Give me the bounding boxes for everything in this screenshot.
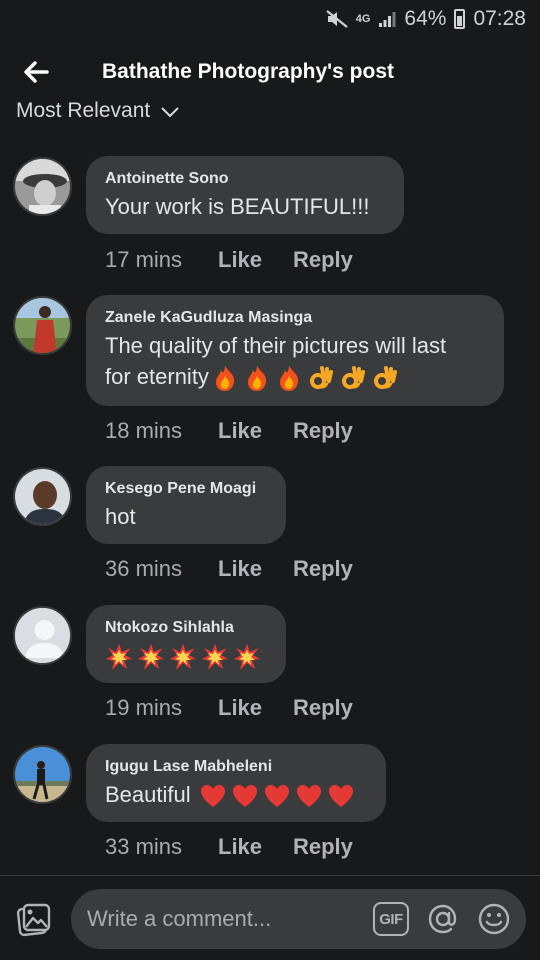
avatar[interactable] [13,745,72,804]
at-icon [428,904,457,934]
comment-composer: GIF [0,875,540,960]
reply-button[interactable]: Reply [293,556,353,582]
avatar[interactable] [13,296,72,355]
collision-emoji-icon [234,644,260,671]
back-arrow-icon [24,61,49,83]
comment-author[interactable]: Ntokozo Sihlahla [105,618,266,638]
like-button[interactable]: Like [218,556,293,582]
post-header: Bathathe Photography's post [0,42,540,102]
comment-input[interactable] [87,889,367,949]
comment-author[interactable]: Antoinette Sono [105,169,384,189]
comment-text: Beautiful [105,779,366,810]
comment-time: 18 mins [105,418,183,443]
comment-text-fragment: for eternity [105,364,209,389]
comment-bubble[interactable]: Antoinette Sono Your work is BEAUTIFUL!!… [86,156,404,234]
comment-actions: 18 mins Like Reply [105,418,353,444]
comment-bubble[interactable]: Igugu Lase Mabheleni Beautiful [86,744,386,822]
mention-button[interactable] [425,901,461,937]
ok-hand-emoji-icon [309,366,333,390]
emoji-group [199,782,355,810]
mute-icon [326,10,348,28]
emoji-group [105,643,261,671]
comment-actions: 19 mins Like Reply [105,695,353,721]
comment-author[interactable]: Zanele KaGudluza Masinga [105,308,484,328]
photo-button[interactable] [16,902,52,938]
photo-icon [16,903,51,937]
fire-emoji-icon [215,366,235,392]
red-heart-emoji-icon [296,785,321,808]
like-button[interactable]: Like [218,247,293,273]
collision-emoji-icon [138,644,164,671]
fire-emoji-icon [247,366,267,392]
comment-bubble[interactable]: Ntokozo Sihlahla [86,605,286,683]
status-bar: 4G 64% 07:28 [0,0,540,38]
comment-actions: 33 mins Like Reply [105,834,353,860]
network-type-label: 4G [355,12,371,25]
ok-hand-emoji-icon [373,366,397,390]
comment-text [105,640,266,671]
emoji-button[interactable] [476,901,512,937]
clock: 07:28 [473,7,526,30]
fire-emoji-icon [279,366,299,392]
comment-text: hot [105,504,136,529]
red-heart-emoji-icon [264,785,289,808]
red-heart-emoji-icon [328,785,353,808]
comment-time: 19 mins [105,695,183,720]
collision-emoji-icon [170,644,196,671]
like-button[interactable]: Like [218,834,293,860]
red-heart-emoji-icon [232,785,257,808]
avatar[interactable] [13,157,72,216]
page-title: Bathathe Photography's post [102,60,395,83]
comment-time: 36 mins [105,556,183,581]
comment-author[interactable]: Kesego Pene Moagi [105,479,266,499]
red-heart-emoji-icon [200,785,225,808]
signal-icon [378,10,396,28]
comment-text-line: The quality of their pictures will last [105,333,447,358]
comment-input-container: GIF [71,889,526,949]
reply-button[interactable]: Reply [293,834,353,860]
reply-button[interactable]: Reply [293,418,353,444]
battery-percent: 64% [404,7,447,30]
avatar[interactable] [13,467,72,526]
collision-emoji-icon [106,644,132,671]
reply-button[interactable]: Reply [293,247,353,273]
smiley-icon [478,903,510,935]
comment-text-fragment: Beautiful [105,782,191,807]
comment-time: 17 mins [105,247,183,272]
comment-actions: 17 mins Like Reply [105,247,353,273]
comment-text-line: for eternity [105,361,484,392]
back-button[interactable] [6,42,66,102]
comment-bubble[interactable]: Kesego Pene Moagi hot [86,466,286,544]
reply-button[interactable]: Reply [293,695,353,721]
emoji-group [211,364,399,392]
sort-label: Most Relevant [16,99,151,122]
like-button[interactable]: Like [218,695,293,721]
chevron-down-icon [161,107,179,118]
comment-actions: 36 mins Like Reply [105,556,353,582]
comment-bubble[interactable]: Zanele KaGudluza Masinga The quality of … [86,295,504,406]
comment-time: 33 mins [105,834,183,859]
collision-emoji-icon [202,644,228,671]
comment-text: Your work is BEAUTIFUL!!! [105,194,370,219]
like-button[interactable]: Like [218,418,293,444]
gif-button[interactable]: GIF [373,902,409,936]
comment-author[interactable]: Igugu Lase Mabheleni [105,757,366,777]
avatar[interactable] [13,606,72,665]
ok-hand-emoji-icon [341,366,365,390]
sort-dropdown[interactable]: Most Relevant [16,98,180,130]
battery-icon [454,9,466,29]
